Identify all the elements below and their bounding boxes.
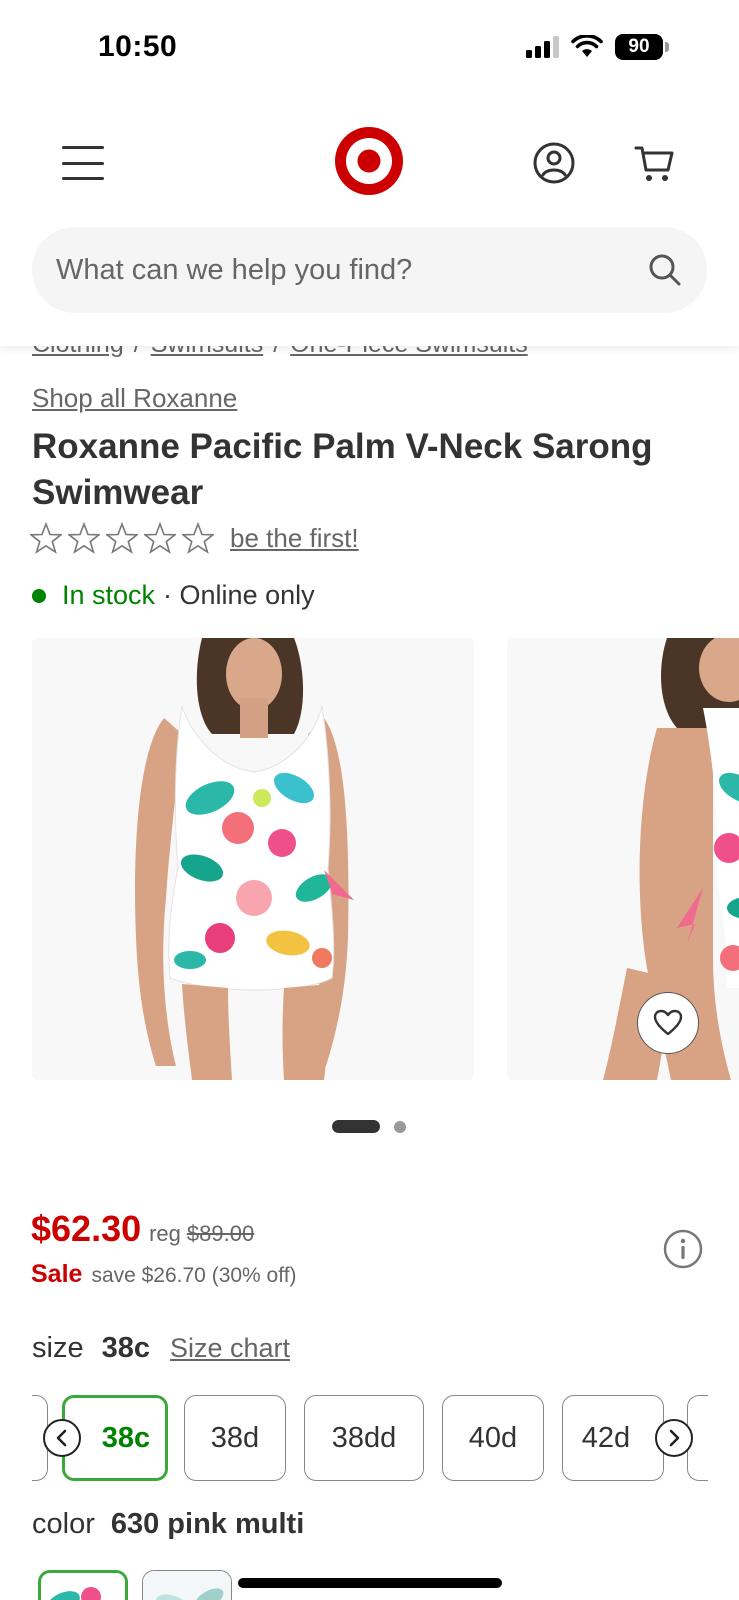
home-indicator [238,1578,502,1588]
write-review-link[interactable]: be the first! [230,523,359,554]
color-swatch-selected[interactable] [38,1570,128,1600]
stock-text: In stock [62,580,156,610]
wifi-icon [571,35,603,57]
target-logo[interactable] [334,126,404,196]
search-input[interactable] [56,253,637,287]
product-image-side[interactable] [507,638,739,1080]
size-option-label: 42d [581,1421,631,1454]
site-header [0,100,739,346]
account-icon[interactable] [533,142,575,184]
scroll-left-button[interactable] [43,1419,81,1457]
product-image-front[interactable] [32,638,474,1080]
star-icon [30,522,62,554]
product-title: Roxanne Pacific Palm V-Neck Sarong Swimw… [32,427,653,512]
heart-icon [653,1009,683,1036]
size-option-38dd[interactable]: 38dd [304,1395,424,1481]
color-row: color 630 pink multi [32,1508,304,1541]
regular-price: $89.00 [186,1221,255,1246]
product-image-gallery[interactable] [32,638,739,1080]
favorite-button[interactable] [637,992,699,1054]
stock-status: In stock · Online only [32,580,315,611]
availability-text: · Online only [163,580,315,610]
current-price: $62.30 [31,1208,142,1249]
savings-text: save $26.70 (30% off) [91,1264,297,1287]
selected-color: 630 pink multi [110,1508,305,1540]
shop-all-brand-link[interactable]: Shop all Roxanne [32,383,237,414]
color-label: color [32,1508,95,1540]
size-option-40d[interactable]: 40d [442,1395,544,1481]
selected-size: 38c [101,1332,150,1364]
size-option-label: 38c [101,1421,151,1454]
sale-row: Sale save $26.70 (30% off) [31,1260,297,1289]
star-icon [106,522,138,554]
star-icon [144,522,176,554]
regular-price-label: reg [149,1221,181,1246]
size-option-38d[interactable]: 38d [184,1395,286,1481]
menu-icon[interactable] [62,146,104,180]
size-option-label: 38dd [331,1421,397,1454]
sale-label: Sale [31,1260,83,1288]
size-label: size [32,1332,84,1364]
battery-level: 90 [615,34,663,60]
in-stock-dot-icon [32,588,46,603]
color-swatch[interactable] [142,1570,232,1600]
price-row: $62.30 reg $89.00 [31,1208,254,1250]
star-icon [68,522,100,554]
scroll-right-button[interactable] [655,1419,693,1457]
chevron-right-icon [669,1429,680,1447]
info-icon[interactable] [663,1229,703,1269]
star-icon [182,522,214,554]
rating-stars[interactable] [30,522,214,554]
search-bar[interactable] [32,227,707,313]
size-selector[interactable]: 38c 38d 38dd 40d 42d [32,1393,708,1483]
gallery-pagination [332,1120,406,1133]
size-row: size 38c Size chart [32,1332,290,1365]
search-icon[interactable] [647,252,683,288]
size-option-label: 40d [468,1421,518,1454]
status-bar: 10:50 90 [0,0,739,100]
gallery-dot[interactable] [394,1120,406,1133]
chevron-left-icon [56,1429,67,1447]
status-icons: 90 [526,34,669,60]
cellular-signal-icon [526,36,559,58]
rating-row: be the first! [30,522,359,554]
status-time: 10:50 [98,30,178,63]
size-chart-link[interactable]: Size chart [170,1333,290,1364]
size-option-label: 38d [210,1421,260,1454]
cart-icon[interactable] [634,142,676,184]
size-option-42d[interactable]: 42d [562,1395,664,1481]
gallery-dot-active[interactable] [332,1120,380,1133]
battery-indicator: 90 [615,34,669,60]
